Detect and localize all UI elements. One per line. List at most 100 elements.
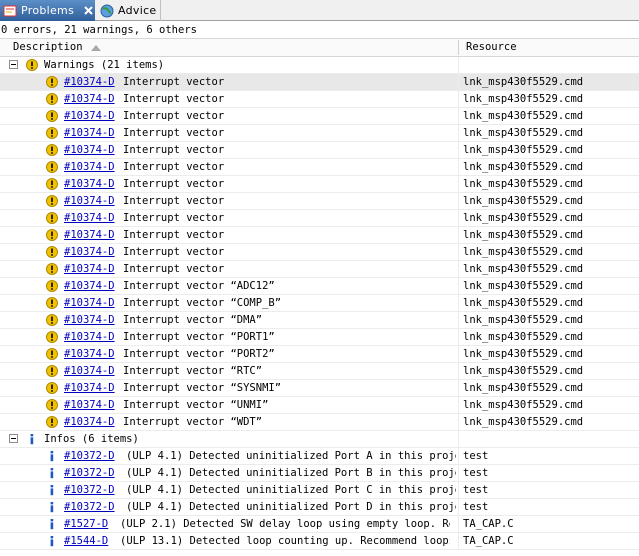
tab-advice[interactable]: Advice	[97, 0, 161, 21]
column-divider[interactable]	[458, 40, 459, 55]
problem-resource: lnk_msp430f5529.cmd	[463, 382, 584, 394]
table-row[interactable]: #10374-D Interrupt vector lnk_msp430f5529.…	[0, 91, 639, 108]
table-row[interactable]: #1544-D (ULP 13.1) Detected loop counting…	[0, 533, 639, 550]
group-title: Warnings (21 items)	[44, 59, 165, 71]
table-row[interactable]: #10374-D Interrupt vector lnk_msp430f5529.…	[0, 176, 639, 193]
problem-id-link[interactable]: #10374-D	[64, 312, 115, 329]
problem-resource: test	[463, 450, 489, 462]
problem-description: (ULP 4.1) Detected uninitialized Port D …	[126, 501, 456, 513]
problem-id-link[interactable]: #10374-D	[64, 159, 115, 176]
table-row[interactable]: #10374-D Interrupt vector “PORT1” lnk_msp4…	[0, 329, 639, 346]
warning-icon	[46, 161, 58, 173]
table-row[interactable]: #10374-D Interrupt vector lnk_msp430f5529.…	[0, 193, 639, 210]
table-row[interactable]: #10372-D (ULP 4.1) Detected uninitialized…	[0, 482, 639, 499]
column-header-description[interactable]: Description	[13, 39, 101, 56]
table-row[interactable]: #10374-D Interrupt vector “RTC” lnk_msp430…	[0, 363, 639, 380]
column-separator	[458, 57, 459, 74]
table-row[interactable]: #10374-D Interrupt vector “WDT” lnk_msp430…	[0, 414, 639, 431]
table-row[interactable]: #10374-D Interrupt vector “PORT2” lnk_msp4…	[0, 346, 639, 363]
problem-id-link[interactable]: #10372-D	[64, 482, 115, 499]
table-row[interactable]: #10374-D Interrupt vector “DMA” lnk_msp430…	[0, 312, 639, 329]
problem-id-link[interactable]: #10374-D	[64, 346, 115, 363]
table-row[interactable]: #10374-D Interrupt vector “COMP_B” lnk_msp…	[0, 295, 639, 312]
table-row[interactable]: #10372-D (ULP 4.1) Detected uninitialized…	[0, 465, 639, 482]
table-row[interactable]: #10374-D Interrupt vector “ADC12” lnk_msp4…	[0, 278, 639, 295]
problem-id-link[interactable]: #10374-D	[64, 142, 115, 159]
group-title: Infos (6 items)	[44, 433, 139, 445]
table-row[interactable]: #10372-D (ULP 4.1) Detected uninitialized…	[0, 499, 639, 516]
problem-resource: lnk_msp430f5529.cmd	[463, 144, 584, 156]
problem-description: Interrupt vector	[123, 246, 225, 258]
problem-id-link[interactable]: #10372-D	[64, 448, 115, 465]
group-row-infos[interactable]: Infos (6 items)	[0, 431, 639, 448]
table-row[interactable]: #10374-D Interrupt vector lnk_msp430f5529.…	[0, 125, 639, 142]
problem-resource: lnk_msp430f5529.cmd	[463, 246, 584, 258]
problem-id-link[interactable]: #10374-D	[64, 125, 115, 142]
problem-description: Interrupt vector “PORT2”	[123, 348, 275, 360]
table-row[interactable]: #10374-D Interrupt vector lnk_msp430f5529.…	[0, 227, 639, 244]
close-icon[interactable]	[82, 4, 95, 17]
problem-resource: lnk_msp430f5529.cmd	[463, 110, 584, 122]
column-separator	[458, 227, 459, 244]
warning-icon	[46, 365, 58, 377]
column-separator	[458, 533, 459, 550]
warning-icon	[46, 195, 58, 207]
info-icon	[46, 535, 58, 547]
problem-id-link[interactable]: #10374-D	[64, 380, 115, 397]
table-row[interactable]: #10374-D Interrupt vector lnk_msp430f5529.…	[0, 142, 639, 159]
problem-id-link[interactable]: #10374-D	[64, 193, 115, 210]
problem-id-link[interactable]: #10374-D	[64, 329, 115, 346]
problem-id-link[interactable]: #1544-D	[64, 533, 108, 550]
problem-id-link[interactable]: #10374-D	[64, 227, 115, 244]
problem-id-link[interactable]: #10374-D	[64, 295, 115, 312]
problem-id-link[interactable]: #10374-D	[64, 210, 115, 227]
problem-id-link[interactable]: #10374-D	[64, 176, 115, 193]
problem-id-link[interactable]: #10374-D	[64, 108, 115, 125]
table-row[interactable]: #1527-D (ULP 2.1) Detected SW delay loop …	[0, 516, 639, 533]
table-row[interactable]: #10374-D Interrupt vector lnk_msp430f5529.…	[0, 244, 639, 261]
table-row[interactable]: #10374-D Interrupt vector lnk_msp430f5529.…	[0, 74, 639, 91]
problem-description: (ULP 4.1) Detected uninitialized Port B …	[126, 467, 456, 479]
table-row[interactable]: #10374-D Interrupt vector lnk_msp430f5529.…	[0, 108, 639, 125]
collapse-icon[interactable]	[9, 434, 18, 443]
problem-id-link[interactable]: #10374-D	[64, 261, 115, 278]
info-icon	[46, 467, 58, 479]
table-row[interactable]: #10374-D Interrupt vector lnk_msp430f5529.…	[0, 210, 639, 227]
problem-id-link[interactable]: #1527-D	[64, 516, 108, 533]
problem-id-link[interactable]: #10374-D	[64, 414, 115, 431]
problem-resource: lnk_msp430f5529.cmd	[463, 416, 584, 428]
warning-icon	[46, 144, 58, 156]
problem-id-link[interactable]: #10374-D	[64, 74, 115, 91]
problem-description: Interrupt vector	[123, 93, 225, 105]
problem-description: (ULP 2.1) Detected SW delay loop using e…	[120, 518, 450, 530]
collapse-icon[interactable]	[9, 60, 18, 69]
problem-description: (ULP 4.1) Detected uninitialized Port A …	[126, 450, 456, 462]
problem-id-link[interactable]: #10374-D	[64, 244, 115, 261]
group-row-warnings[interactable]: Warnings (21 items)	[0, 57, 639, 74]
table-row[interactable]: #10374-D Interrupt vector “SYSNMI” lnk_msp…	[0, 380, 639, 397]
table-row[interactable]: #10374-D Interrupt vector lnk_msp430f5529.…	[0, 159, 639, 176]
column-separator	[458, 516, 459, 533]
warning-icon	[46, 178, 58, 190]
problem-id-link[interactable]: #10374-D	[64, 278, 115, 295]
problem-id-link[interactable]: #10372-D	[64, 499, 115, 516]
problem-id-link[interactable]: #10372-D	[64, 465, 115, 482]
table-header: Description Resource	[0, 38, 639, 57]
table-row[interactable]: #10374-D Interrupt vector “UNMI” lnk_msp43…	[0, 397, 639, 414]
problem-description: (ULP 13.1) Detected loop counting up. Re…	[120, 535, 450, 547]
column-separator	[458, 159, 459, 176]
problem-description: Interrupt vector “ADC12”	[123, 280, 275, 292]
problem-resource: TA_CAP.C	[463, 518, 514, 530]
problem-id-link[interactable]: #10374-D	[64, 363, 115, 380]
table-row[interactable]: #10374-D Interrupt vector lnk_msp430f5529.…	[0, 261, 639, 278]
problem-description: Interrupt vector “DMA”	[123, 314, 263, 326]
column-separator	[458, 142, 459, 159]
tab-problems[interactable]: Problems	[0, 0, 95, 21]
problem-id-link[interactable]: #10374-D	[64, 397, 115, 414]
problem-id-link[interactable]: #10374-D	[64, 91, 115, 108]
column-separator	[458, 261, 459, 278]
table-row[interactable]: #10372-D (ULP 4.1) Detected uninitialized…	[0, 448, 639, 465]
view-tab-bar: Problems Advice	[0, 0, 639, 21]
column-header-resource[interactable]: Resource	[466, 39, 517, 56]
problem-resource: lnk_msp430f5529.cmd	[463, 93, 584, 105]
